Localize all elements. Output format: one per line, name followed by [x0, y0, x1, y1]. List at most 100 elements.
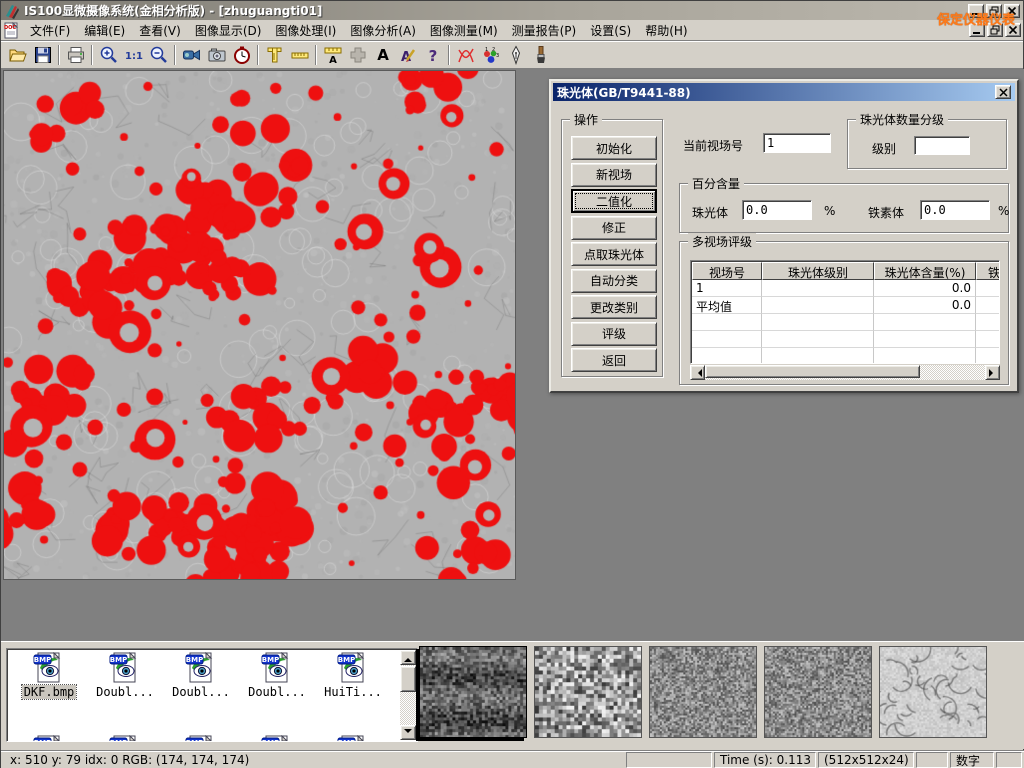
- file-item[interactable]: BMP: [87, 735, 163, 742]
- svg-text:BMP: BMP: [186, 739, 203, 742]
- table-row[interactable]: [692, 331, 1000, 348]
- child-restore-icon[interactable]: [987, 23, 1003, 37]
- table-cell: 平均值: [692, 297, 762, 314]
- menu-item-file[interactable]: 文件(F): [23, 22, 77, 40]
- thumbnail-image[interactable]: [649, 646, 757, 738]
- menu-item-image-measure[interactable]: 图像测量(M): [423, 22, 505, 40]
- brush-icon[interactable]: [528, 44, 553, 67]
- table-row[interactable]: 平均值0.0: [692, 297, 1000, 314]
- change-class-button[interactable]: 更改类别: [571, 295, 657, 319]
- file-name: Doubl...: [170, 685, 232, 699]
- grade-input[interactable]: [914, 136, 970, 155]
- table-header-cell[interactable]: 铁素体: [976, 262, 1000, 280]
- operation-group: 操作 初始化新视场二值化修正点取珠光体自动分类更改类别评级返回: [561, 119, 663, 377]
- scroll-thumb[interactable]: [705, 365, 920, 378]
- open-folder-icon[interactable]: [5, 44, 30, 67]
- correct-button[interactable]: 修正: [571, 216, 657, 240]
- restore-icon[interactable]: [986, 4, 1002, 18]
- file-vertical-scrollbar[interactable]: [400, 650, 416, 740]
- thumbnail-image[interactable]: [879, 646, 987, 738]
- zoom-out-icon[interactable]: [146, 44, 171, 67]
- table-header-cell[interactable]: 视场号: [692, 262, 762, 280]
- bottom-panel: BMPDKF.bmpBMPDoubl...BMPDoubl...BMPDoubl…: [1, 641, 1024, 749]
- bmp-file-icon: BMP: [184, 735, 218, 742]
- file-item[interactable]: BMP: [163, 735, 239, 742]
- grade-button[interactable]: 评级: [571, 322, 657, 346]
- table-cell: [692, 331, 762, 348]
- svg-text:BMP: BMP: [338, 739, 355, 742]
- table-cell: [976, 348, 1000, 364]
- new-field-button[interactable]: 新视场: [571, 163, 657, 187]
- minimize-icon[interactable]: [968, 4, 984, 18]
- file-item[interactable]: BMPDoubl...: [239, 652, 315, 699]
- multi-field-group: 多视场评级 视场号珠光体级别珠光体含量(%)铁素体10.0平均值0.0: [679, 241, 1009, 385]
- zoom-in-icon[interactable]: [96, 44, 121, 67]
- file-item[interactable]: BMPDoubl...: [163, 652, 239, 699]
- close-icon[interactable]: [1004, 4, 1020, 18]
- menu-item-settings[interactable]: 设置(S): [583, 22, 638, 40]
- pearlite-dialog: 珠光体(GB/T9441-88) 操作 初始化新视场二值化修正点取珠光体自动分类…: [549, 79, 1019, 393]
- file-item[interactable]: BMP: [315, 735, 391, 742]
- file-item[interactable]: BMPHuiTi...: [315, 652, 391, 699]
- file-item[interactable]: BMP: [239, 735, 315, 742]
- text-icon[interactable]: A: [370, 44, 395, 67]
- scroll-left-icon[interactable]: [690, 365, 705, 380]
- child-close-icon[interactable]: [1005, 23, 1021, 37]
- table-row[interactable]: [692, 314, 1000, 331]
- thumbnail-image[interactable]: [419, 646, 527, 738]
- thumbnail-image[interactable]: [764, 646, 872, 738]
- timer-clock-icon[interactable]: [229, 44, 254, 67]
- file-scroll-down-icon[interactable]: [400, 725, 416, 740]
- menu-item-edit[interactable]: 编辑(E): [77, 22, 132, 40]
- video-camera-icon[interactable]: [179, 44, 204, 67]
- file-scroll-thumb[interactable]: [400, 666, 416, 692]
- return-button[interactable]: 返回: [571, 348, 657, 372]
- help-icon[interactable]: ?: [420, 44, 445, 67]
- menu-item-help[interactable]: 帮助(H): [638, 22, 694, 40]
- file-scroll-up-icon[interactable]: [400, 650, 416, 665]
- dialog-close-icon[interactable]: [995, 85, 1011, 99]
- table-row[interactable]: 10.0: [692, 280, 1000, 297]
- save-icon[interactable]: [30, 44, 55, 67]
- pen-icon[interactable]: [503, 44, 528, 67]
- count-points-icon[interactable]: 123: [478, 44, 503, 67]
- table-header-cell[interactable]: 珠光体级别: [762, 262, 874, 280]
- dialog-title-bar[interactable]: 珠光体(GB/T9441-88): [553, 83, 1015, 101]
- thumbnail-image[interactable]: [534, 646, 642, 738]
- init-button[interactable]: 初始化: [571, 136, 657, 160]
- ruler-icon[interactable]: [287, 44, 312, 67]
- capture-camera-icon[interactable]: [204, 44, 229, 67]
- text-edit-icon[interactable]: A: [395, 44, 420, 67]
- print-icon[interactable]: [63, 44, 88, 67]
- micrograph-image[interactable]: [3, 70, 516, 580]
- file-item[interactable]: BMPDoubl...: [87, 652, 163, 699]
- caliper-icon[interactable]: [262, 44, 287, 67]
- child-minimize-icon[interactable]: [969, 23, 985, 37]
- auto-classify-button[interactable]: 自动分类: [571, 269, 657, 293]
- table-horizontal-scrollbar[interactable]: [690, 365, 1000, 380]
- pick-pearlite-button[interactable]: 点取珠光体: [571, 242, 657, 266]
- file-item[interactable]: BMPDKF.bmp: [11, 652, 87, 699]
- current-field-input[interactable]: [763, 133, 831, 153]
- table-row[interactable]: [692, 348, 1000, 364]
- pearlite-percent-input[interactable]: [742, 200, 812, 220]
- table-cell: [692, 348, 762, 364]
- measure-ruler-a-icon[interactable]: A: [320, 44, 345, 67]
- document-icon[interactable]: DOC: [3, 22, 20, 39]
- menu-item-image-display[interactable]: 图像显示(D): [188, 22, 269, 40]
- menu-item-image-process[interactable]: 图像处理(I): [268, 22, 343, 40]
- grid-tool-icon[interactable]: [345, 44, 370, 67]
- binarize-button[interactable]: 二值化: [571, 189, 657, 213]
- ferrite-percent-input[interactable]: [920, 200, 990, 220]
- actual-size-icon[interactable]: 1:1: [121, 44, 146, 67]
- menu-item-image-analysis[interactable]: 图像分析(A): [343, 22, 423, 40]
- scroll-track[interactable]: [705, 365, 985, 380]
- file-item[interactable]: BMP: [11, 735, 87, 742]
- curve-tool-icon[interactable]: [453, 44, 478, 67]
- table-header-cell[interactable]: 珠光体含量(%): [874, 262, 976, 280]
- rating-table[interactable]: 视场号珠光体级别珠光体含量(%)铁素体10.0平均值0.0: [690, 260, 1000, 364]
- scroll-right-icon[interactable]: [985, 365, 1000, 380]
- menu-item-measure-report[interactable]: 测量报告(P): [505, 22, 584, 40]
- bmp-file-icon: BMP: [184, 652, 218, 684]
- menu-item-view[interactable]: 查看(V): [132, 22, 188, 40]
